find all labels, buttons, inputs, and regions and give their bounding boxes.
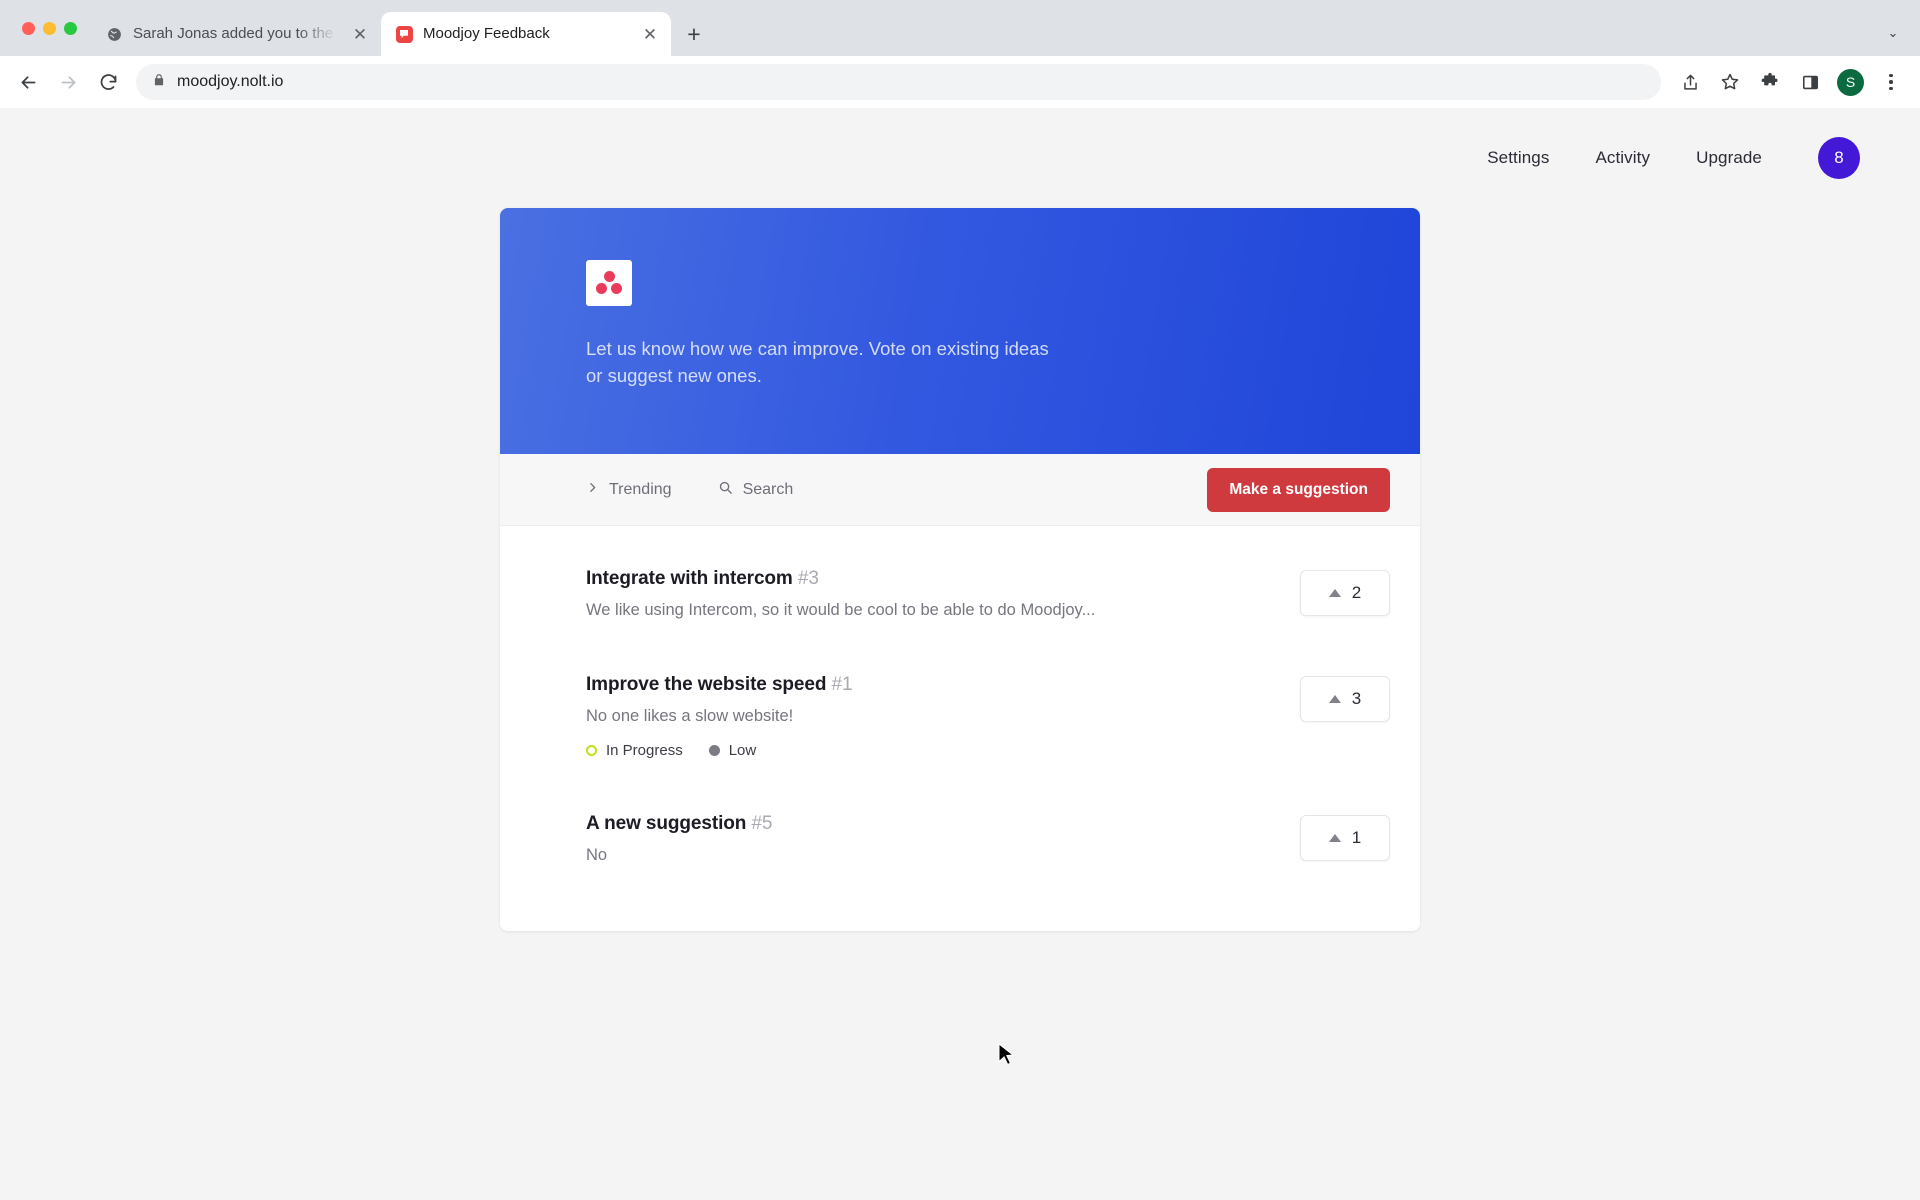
suggestion-tags: In Progress Low: [586, 742, 1300, 759]
browser-toolbar-icons: S: [1673, 65, 1908, 99]
sort-label: Trending: [609, 480, 672, 498]
list-item[interactable]: Improve the website speed #1 No one like…: [500, 646, 1420, 785]
status-ring-icon: [586, 745, 597, 756]
board-tagline: Let us know how we can improve. Vote on …: [586, 338, 1049, 386]
chevron-right-icon: [586, 481, 599, 499]
back-button[interactable]: [10, 64, 46, 100]
status-badge: In Progress: [586, 742, 683, 759]
browser-tab-2[interactable]: Moodjoy Feedback ✕: [381, 12, 671, 56]
search-label: Search: [742, 480, 794, 498]
nav-link-upgrade[interactable]: Upgrade: [1696, 148, 1762, 168]
extensions-puzzle-icon[interactable]: [1753, 65, 1787, 99]
suggestion-title: Improve the website speed: [586, 674, 827, 695]
new-tab-button[interactable]: +: [679, 19, 709, 49]
moodjoy-logo: [586, 260, 632, 306]
list-item[interactable]: Integrate with intercom #3 We like using…: [500, 540, 1420, 646]
upvote-caret-icon: [1328, 834, 1341, 842]
suggestion-content: Improve the website speed #1 No one like…: [586, 672, 1300, 759]
close-window-button[interactable]: [22, 21, 35, 35]
address-bar[interactable]: moodjoy.nolt.io: [136, 64, 1661, 100]
side-panel-icon[interactable]: [1793, 65, 1827, 99]
suggestion-title: Integrate with intercom: [586, 568, 793, 589]
close-tab-button[interactable]: ✕: [349, 23, 371, 45]
suggestion-description: No: [586, 846, 608, 864]
suggestion-title-row: Integrate with intercom #3: [586, 568, 1300, 590]
suggestion-list: Integrate with intercom #3 We like using…: [500, 526, 1420, 931]
user-avatar[interactable]: 8: [1818, 137, 1860, 179]
suggestion-title-row: Improve the website speed #1: [586, 674, 1300, 696]
moodjoy-icon: [395, 25, 413, 43]
tab-list-chevron-down-icon[interactable]: ⌄: [1878, 20, 1908, 46]
browser-profile-avatar[interactable]: S: [1837, 68, 1864, 96]
forward-button[interactable]: [50, 64, 86, 100]
priority-badge: Low: [708, 742, 757, 759]
status-label: In Progress: [606, 742, 683, 759]
suggestion-content: A new suggestion #5 No: [586, 811, 1300, 865]
suggestion-title-row: A new suggestion #5: [586, 813, 1300, 835]
tab-title: Moodjoy Feedback: [423, 25, 550, 42]
share-icon[interactable]: [1673, 65, 1707, 99]
search-icon: [718, 480, 733, 500]
address-bar-url: moodjoy.nolt.io: [177, 73, 284, 90]
upvote-caret-icon: [1328, 695, 1341, 703]
feedback-board: Let us know how we can improve. Vote on …: [500, 208, 1420, 931]
board-toolbar: Trending Search Make a suggestion: [500, 454, 1420, 526]
minimize-window-button[interactable]: [43, 21, 56, 35]
browser-window: Sarah Jonas added you to the t ✕ Moodjoy…: [0, 0, 1920, 1200]
priority-label: Low: [728, 742, 757, 759]
close-tab-button[interactable]: ✕: [639, 23, 661, 45]
bookmark-star-icon[interactable]: [1713, 65, 1747, 99]
suggestion-title: A new suggestion: [586, 813, 747, 834]
vote-button[interactable]: 1: [1300, 815, 1390, 861]
priority-dot-icon: [708, 745, 720, 756]
vote-button[interactable]: 2: [1300, 570, 1390, 616]
make-a-suggestion-button[interactable]: Make a suggestion: [1207, 467, 1390, 512]
suggestion-number: #1: [831, 674, 853, 695]
vote-count: 3: [1351, 689, 1362, 708]
suggestion-content: Integrate with intercom #3 We like using…: [586, 566, 1300, 620]
upvote-caret-icon: [1328, 589, 1341, 597]
browser-tabstrip: Sarah Jonas added you to the t ✕ Moodjoy…: [0, 0, 1920, 56]
globe-icon: [105, 25, 123, 43]
tab-title: Sarah Jonas added you to the t: [133, 25, 339, 42]
suggestion-number: #3: [797, 568, 819, 589]
page-viewport: Settings Activity Upgrade 8 Let us know …: [0, 108, 1920, 1200]
suggestion-number: #5: [751, 813, 773, 834]
browser-toolbar: moodjoy.nolt.io S: [0, 56, 1920, 108]
browser-menu-button[interactable]: [1874, 65, 1908, 99]
nav-link-activity[interactable]: Activity: [1595, 148, 1650, 168]
suggestion-description: We like using Intercom, so it would be c…: [586, 601, 1096, 619]
search-button[interactable]: Search: [718, 480, 794, 500]
site-header: Settings Activity Upgrade 8: [0, 108, 1920, 208]
nav-link-settings[interactable]: Settings: [1487, 148, 1549, 168]
sort-trending-button[interactable]: Trending: [586, 481, 672, 499]
mouse-cursor: [998, 1042, 1018, 1076]
reload-button[interactable]: [90, 64, 126, 100]
list-item[interactable]: A new suggestion #5 No 1: [500, 785, 1420, 891]
vote-count: 1: [1351, 828, 1362, 847]
board-hero: Let us know how we can improve. Vote on …: [500, 208, 1420, 454]
vote-button[interactable]: 3: [1300, 676, 1390, 722]
lock-icon: [152, 73, 166, 92]
browser-tab-1[interactable]: Sarah Jonas added you to the t ✕: [91, 12, 381, 56]
window-traffic-lights: [14, 0, 91, 56]
vote-count: 2: [1351, 583, 1362, 602]
maximize-window-button[interactable]: [64, 21, 77, 35]
board-wrapper: Let us know how we can improve. Vote on …: [0, 208, 1920, 931]
suggestion-description: No one likes a slow website!: [586, 707, 794, 725]
